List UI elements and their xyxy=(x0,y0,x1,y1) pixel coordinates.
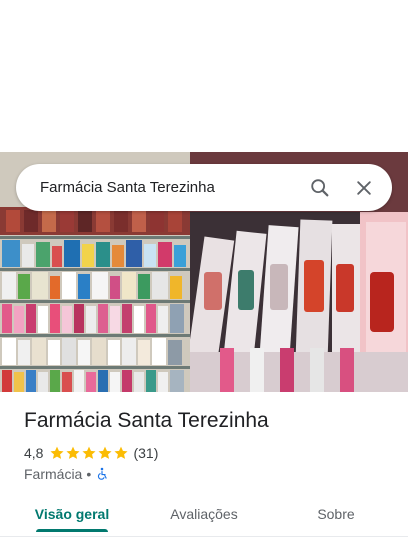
star-rating xyxy=(49,445,129,461)
wheelchair-icon xyxy=(98,467,108,480)
close-button[interactable] xyxy=(344,168,384,208)
place-title: Farmácia Santa Terezinha xyxy=(24,409,269,432)
category-row: Farmácia • xyxy=(24,465,109,483)
rating-row[interactable]: 4,8 (31) xyxy=(24,444,158,462)
tab-reviews[interactable]: Avaliações xyxy=(156,496,252,532)
tabs-divider xyxy=(0,536,408,537)
star-icon xyxy=(50,446,65,459)
place-page: Farmácia Santa Terezinha Farmácia Santa … xyxy=(0,0,408,544)
star-icon xyxy=(66,446,81,459)
search-icon xyxy=(311,178,329,196)
close-icon xyxy=(357,180,371,195)
search-bar[interactable]: Farmácia Santa Terezinha xyxy=(16,164,392,211)
tab-overview[interactable]: Visão geral xyxy=(24,496,120,532)
separator-dot: • xyxy=(86,466,92,482)
star-icon xyxy=(98,446,113,459)
star-icon xyxy=(82,446,97,459)
search-button[interactable] xyxy=(300,168,340,208)
rating-value: 4,8 xyxy=(24,445,44,461)
tab-selected-indicator xyxy=(36,529,108,532)
review-count: (31) xyxy=(133,445,159,461)
place-tabs: Visão geral Avaliações Sobre xyxy=(0,496,408,536)
category-label: Farmácia xyxy=(24,466,83,482)
search-input[interactable]: Farmácia Santa Terezinha xyxy=(40,179,300,196)
star-icon xyxy=(114,446,129,459)
tab-about[interactable]: Sobre xyxy=(288,496,384,532)
